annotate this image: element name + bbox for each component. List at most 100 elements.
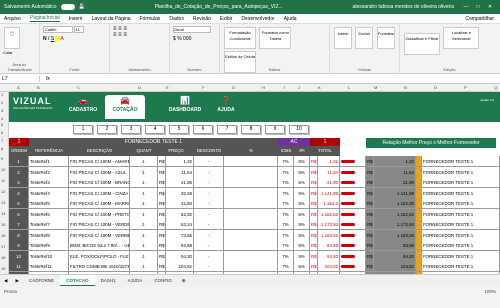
percent-cell[interactable]: [224, 198, 278, 209]
tab-dashboard[interactable]: 📊 DASHBOARD: [165, 95, 205, 119]
quantity-cell[interactable]: 1: [130, 261, 158, 272]
discount-cell[interactable]: -: [194, 198, 224, 209]
description-cell[interactable]: FIO PECAS C/ 100M - MARROM: [69, 198, 130, 209]
description-cell[interactable]: BOM. BICOS 63.2.7 90/... - UB9017: [69, 240, 130, 251]
unit-price-cell[interactable]: 94,20: [166, 250, 194, 262]
currency-cell[interactable]: R$: [366, 156, 374, 167]
currency-cell[interactable]: R$: [310, 208, 318, 220]
format-button[interactable]: Formatar: [376, 27, 395, 49]
font-select[interactable]: Calibri: [43, 26, 73, 33]
column-header[interactable]: A: [17, 85, 20, 90]
percent-cell[interactable]: [224, 250, 278, 262]
unit-price-cell[interactable]: 73,56: [166, 229, 194, 241]
quote-button-7[interactable]: 7: [217, 125, 237, 134]
currency-cell[interactable]: R$: [366, 177, 374, 188]
row-header[interactable]: 7: [1, 138, 3, 143]
ipi-cell[interactable]: 5%: [294, 177, 310, 188]
order-cell[interactable]: 10: [9, 250, 29, 262]
percent-cell[interactable]: [224, 208, 278, 220]
column-header[interactable]: E: [166, 85, 169, 90]
currency-cell[interactable]: R$: [158, 198, 166, 209]
discount-cell[interactable]: -: [194, 156, 224, 167]
icms-cell[interactable]: 7%: [278, 250, 294, 262]
minimize-icon[interactable]: —: [460, 4, 472, 10]
total-cell[interactable]: 1.162,62: [318, 208, 340, 220]
next-sheet-icon[interactable]: ▶: [11, 278, 22, 284]
menu-7[interactable]: Exibir: [220, 16, 233, 22]
best-price-cell[interactable]: 1.172,94: [374, 219, 416, 230]
quote-button-5[interactable]: 5: [169, 125, 189, 134]
column-header[interactable]: D: [138, 85, 141, 90]
currency-cell[interactable]: R$: [310, 166, 318, 178]
best-supplier-cell[interactable]: FORNECEDOR TESTE 1: [422, 250, 500, 262]
row-header[interactable]: 8: [1, 146, 3, 151]
best-price-cell[interactable]: 1.162,62: [374, 208, 416, 220]
discount-cell[interactable]: -: [194, 187, 224, 199]
currency-cell[interactable]: R$: [366, 250, 374, 262]
row-header[interactable]: 13: [1, 200, 5, 205]
currency-cell[interactable]: R$: [158, 166, 166, 178]
column-header[interactable]: K: [318, 85, 321, 90]
order-cell[interactable]: 7: [9, 219, 29, 230]
menu-6[interactable]: Revisão: [193, 16, 211, 22]
sheet-tab-cotacao[interactable]: COTACAO: [60, 274, 95, 287]
paste-button[interactable]: 📋: [4, 27, 20, 49]
best-price-cell[interactable]: 94,20: [374, 250, 416, 262]
currency-cell[interactable]: R$: [366, 229, 374, 241]
best-price-cell[interactable]: 11,64: [374, 166, 416, 178]
total-cell[interactable]: 1.152,3: [318, 198, 340, 209]
icms-cell[interactable]: 7%: [278, 156, 294, 167]
quantity-cell[interactable]: 1: [130, 156, 158, 167]
icms-cell[interactable]: 7%: [278, 166, 294, 178]
insert-button[interactable]: Inserir: [334, 27, 352, 49]
unit-price-cell[interactable]: 42,60: [166, 198, 194, 209]
reference-cell[interactable]: TesteRef3: [29, 177, 69, 188]
quote-button-1[interactable]: 1: [73, 125, 93, 134]
icms-cell[interactable]: 7%: [278, 229, 294, 241]
best-supplier-cell[interactable]: FORNECEDOR TESTE 1: [422, 261, 500, 272]
row-header[interactable]: 6: [1, 130, 3, 135]
find-select-button[interactable]: Localizar e Selecionar: [443, 27, 480, 49]
total-cell[interactable]: 83,88: [318, 240, 340, 251]
total-cell[interactable]: 104,52: [318, 261, 340, 272]
tab-cadastro[interactable]: 🚗 CADASTRO: [63, 95, 103, 119]
row-header[interactable]: 5: [1, 122, 3, 127]
currency-cell[interactable]: R$: [310, 156, 318, 167]
indicator-cell[interactable]: [340, 208, 366, 220]
column-header[interactable]: F: [202, 85, 204, 90]
currency-cell[interactable]: R$: [310, 187, 318, 199]
percent-cell[interactable]: [224, 240, 278, 251]
indicator-cell[interactable]: [340, 198, 366, 209]
font-color-icon[interactable]: A: [61, 36, 64, 42]
currency-cell[interactable]: R$: [366, 198, 374, 209]
ipi-cell[interactable]: 5%: [294, 229, 310, 241]
percent-cell[interactable]: [224, 156, 278, 167]
row-header[interactable]: 16: [1, 233, 5, 238]
conditional-format-button[interactable]: Formatação Condicional: [224, 27, 256, 49]
name-box[interactable]: L7: [0, 76, 40, 82]
menu-0[interactable]: Arquivo: [4, 16, 21, 22]
description-cell[interactable]: ELE. FOX/GOLF/POLO - FLEX 0/...: [69, 250, 130, 262]
order-cell[interactable]: 6: [9, 208, 29, 220]
percent-cell[interactable]: [224, 177, 278, 188]
column-header[interactable]: I: [284, 85, 285, 90]
quantity-cell[interactable]: 1: [130, 187, 158, 199]
quantity-cell[interactable]: 1: [130, 229, 158, 241]
quote-button-3[interactable]: 3: [121, 125, 141, 134]
percent-cell[interactable]: [224, 187, 278, 199]
quantity-cell[interactable]: 1: [130, 198, 158, 209]
icms-cell[interactable]: 7%: [278, 177, 294, 188]
column-header[interactable]: B: [37, 85, 40, 90]
best-price-cell[interactable]: 1.152,30: [374, 198, 416, 209]
best-price-cell[interactable]: 1.183,26: [374, 229, 416, 241]
reference-cell[interactable]: TesteRef2: [29, 166, 69, 178]
currency-cell[interactable]: R$: [158, 229, 166, 241]
ipi-cell[interactable]: 5%: [294, 187, 310, 199]
currency-cell[interactable]: R$: [366, 208, 374, 220]
tab-ajuda[interactable]: ❓ AJUDA: [206, 95, 246, 119]
maximize-icon[interactable]: □: [472, 4, 484, 10]
row-header[interactable]: 19: [1, 266, 5, 271]
currency-cell[interactable]: R$: [158, 240, 166, 251]
unit-price-cell[interactable]: 1,32: [166, 156, 194, 167]
quantity-cell[interactable]: 1: [130, 177, 158, 188]
